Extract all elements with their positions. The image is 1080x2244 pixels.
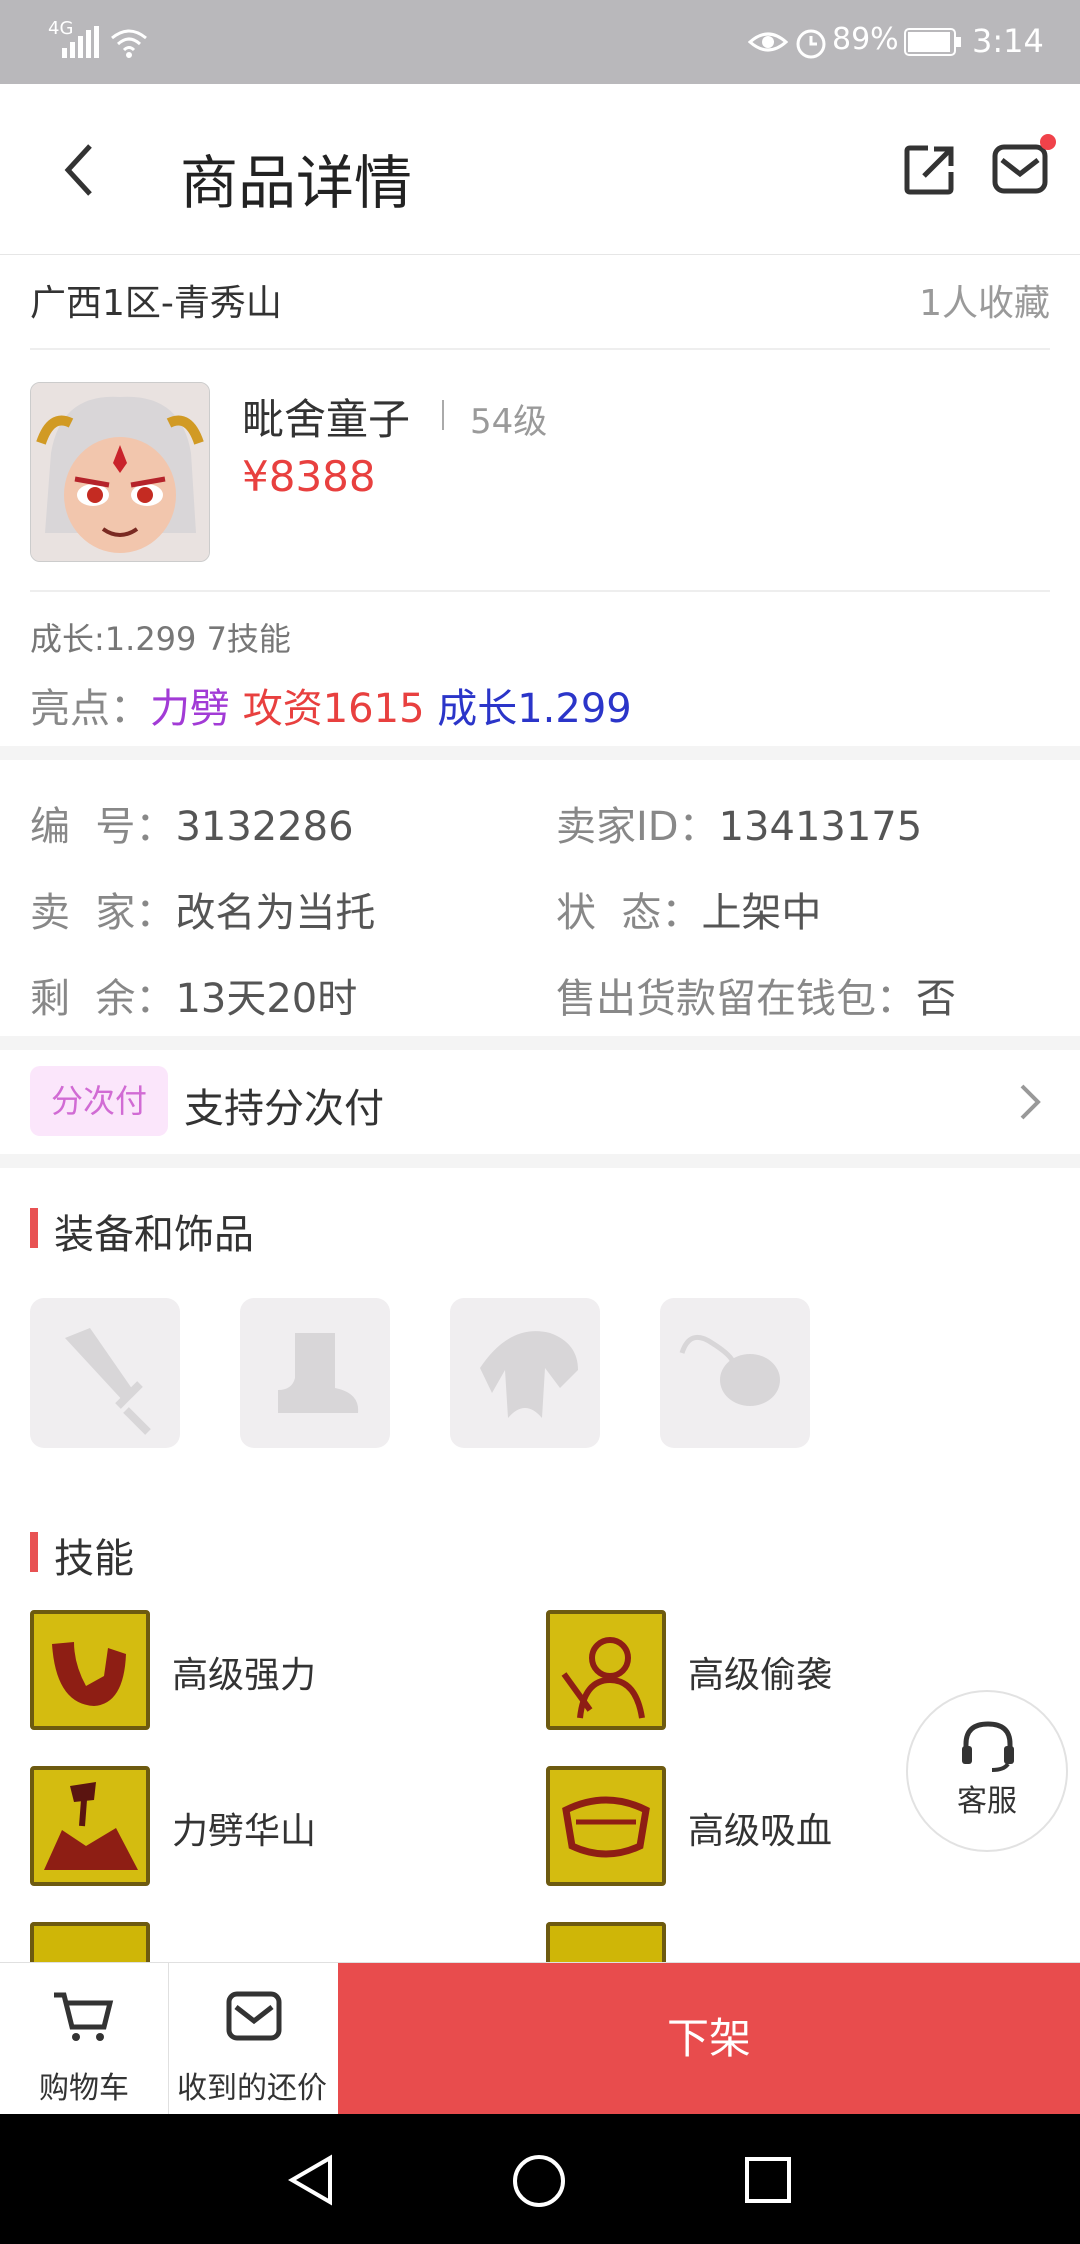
- share-icon[interactable]: [904, 144, 956, 196]
- skill-name: 高级强力: [172, 1655, 317, 1696]
- skill-icon-partial: [546, 1922, 666, 1962]
- battery-percent: 89%: [832, 22, 899, 57]
- wifi-icon: [111, 29, 147, 58]
- section-marker: [30, 1532, 38, 1572]
- cart-icon: [54, 1992, 114, 2041]
- skill-name: 高级吸血: [688, 1811, 833, 1852]
- server-name: 广西1区-青秀山: [30, 283, 282, 324]
- highlights: 亮点：力劈 攻资1615 成长1.299: [30, 676, 632, 734]
- delist-button[interactable]: 下架: [338, 1963, 1080, 2115]
- skill-name: 高级偷袭: [688, 1655, 833, 1696]
- header: 商品详情: [0, 84, 1080, 255]
- strength-skill-icon[interactable]: [30, 1610, 150, 1730]
- seller-id: 卖家ID：13413175: [556, 804, 923, 850]
- section-gap: [0, 1154, 1080, 1168]
- pet-level: 54级: [470, 402, 548, 442]
- accessory-icon: [679, 1334, 780, 1406]
- skill-name: 力劈华山: [172, 1811, 317, 1852]
- status-bar: 4G 89% 3:14: [0, 0, 1080, 84]
- clock: 3:14: [972, 22, 1044, 60]
- boots-icon: [278, 1333, 359, 1413]
- remaining-time: 剩 余：13天20时: [30, 976, 358, 1022]
- highlight-tag: 成长1.299: [437, 686, 632, 732]
- name-level-separator: [442, 400, 444, 430]
- favorite-count: 1人收藏: [919, 283, 1050, 324]
- listing-status: 状 态：上架中: [556, 890, 822, 936]
- installment-text: 支持分次付: [184, 1086, 384, 1132]
- home-nav-icon[interactable]: [512, 2154, 566, 2208]
- highlight-tag: 攻资1615: [242, 686, 425, 732]
- recents-nav-icon[interactable]: [744, 2156, 792, 2204]
- installment-row[interactable]: 分次付 支持分次付: [0, 1050, 1080, 1152]
- eye-icon: [748, 32, 788, 52]
- boots-slot[interactable]: [240, 1298, 390, 1448]
- section-gap: [0, 746, 1080, 760]
- customer-service-label: 客服: [957, 1784, 1017, 1819]
- message-icon[interactable]: [992, 144, 1048, 194]
- pet-avatar: [30, 382, 210, 562]
- page-title: 商品详情: [180, 149, 413, 217]
- equipment-title: 装备和饰品: [54, 1212, 254, 1258]
- cleave-skill-icon[interactable]: [30, 1766, 150, 1886]
- offers-button[interactable]: 收到的还价: [168, 1963, 336, 2115]
- chevron-right-icon: [1020, 1084, 1041, 1120]
- offers-label: 收到的还价: [177, 2071, 327, 2106]
- bottom-action-bar: 购物车 收到的还价 下架: [0, 1962, 1080, 2115]
- signal-icon: [62, 26, 99, 58]
- battery-icon: [904, 28, 961, 56]
- listing-id: 编 号：3132286: [30, 804, 354, 850]
- pet-name: 毗舍童子: [242, 395, 411, 444]
- section-marker: [30, 1208, 38, 1248]
- sneak-attack-skill-icon[interactable]: [546, 1610, 666, 1730]
- skill-icon-partial: [30, 1922, 150, 1962]
- envelope-icon: [226, 1991, 282, 2041]
- wallet-setting: 售出货款留在钱包：否: [556, 976, 956, 1022]
- highlight-tag: 力劈: [150, 686, 230, 732]
- pet-summary: 成长:1.299 7技能: [30, 620, 291, 658]
- lifesteal-skill-icon[interactable]: [546, 1766, 666, 1886]
- divider: [30, 348, 1050, 350]
- seller-name: 卖 家：改名为当托: [30, 890, 376, 936]
- back-nav-icon[interactable]: [286, 2154, 336, 2206]
- customer-service-button[interactable]: 客服: [906, 1690, 1068, 1852]
- armor-slot[interactable]: [450, 1298, 600, 1448]
- highlights-label: 亮点：: [30, 686, 150, 732]
- unread-dot: [1040, 134, 1056, 150]
- headset-icon: [962, 1721, 1014, 1772]
- price: ¥8388: [242, 452, 376, 501]
- back-icon[interactable]: [60, 142, 100, 198]
- weapon-icon: [65, 1328, 151, 1435]
- cart-button[interactable]: 购物车: [0, 1963, 169, 2115]
- accessory-slot[interactable]: [660, 1298, 810, 1448]
- installment-badge: 分次付: [30, 1066, 168, 1136]
- system-navigation-bar: [0, 2114, 1080, 2244]
- section-gap: [0, 1036, 1080, 1050]
- alarm-icon: [796, 29, 826, 59]
- divider: [30, 590, 1050, 592]
- cart-label: 购物车: [39, 2071, 129, 2106]
- weapon-slot[interactable]: [30, 1298, 180, 1448]
- armor-icon: [480, 1331, 578, 1418]
- skills-title: 技能: [54, 1536, 134, 1582]
